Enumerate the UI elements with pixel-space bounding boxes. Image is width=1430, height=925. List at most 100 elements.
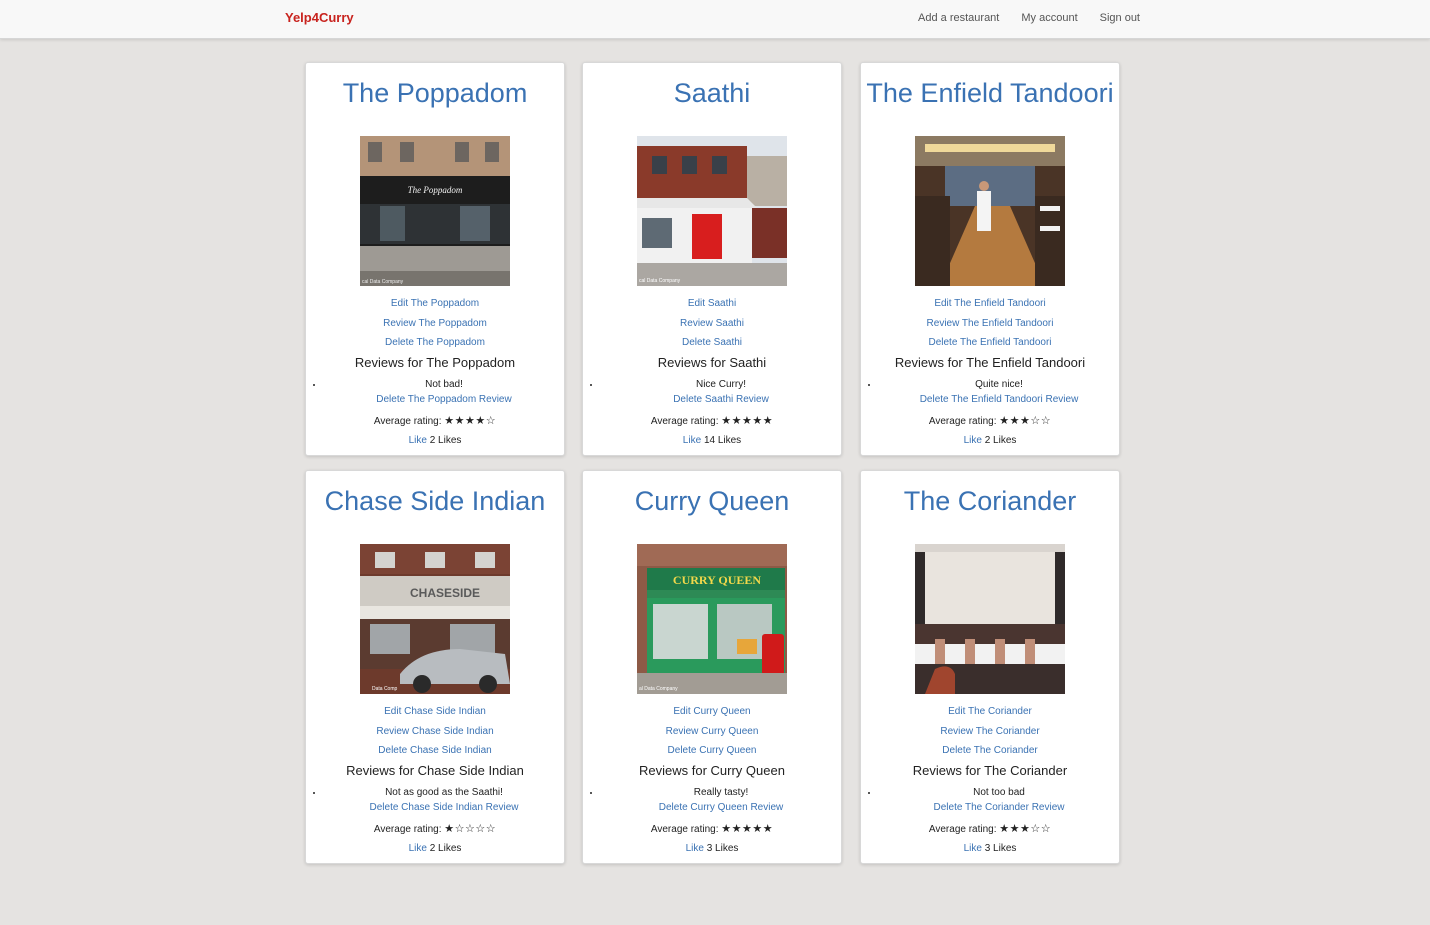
photo-credit: cal Data Company [639,278,681,284]
review-item: Not too bad Delete The Coriander Review [879,785,1119,815]
edit-restaurant-link[interactable]: Edit Curry Queen [583,702,841,722]
average-rating: Average rating: ★★★★★ [583,414,841,427]
average-rating: Average rating: ★★★☆☆ [861,414,1119,427]
review-item: Not bad! Delete The Poppadom Review [324,377,564,407]
delete-review-link[interactable]: Delete The Coriander Review [879,800,1119,815]
brand-logo[interactable]: Yelp4Curry [285,10,354,25]
review-item: Quite nice! Delete The Enfield Tandoori … [879,377,1119,407]
review-list: Not too bad Delete The Coriander Review [861,785,1119,815]
delete-review-link[interactable]: Delete The Enfield Tandoori Review [879,392,1119,407]
review-text: Not as good as the Saathi! [385,786,503,798]
top-navbar: Yelp4Curry Add a restaurant My account S… [0,0,1430,39]
likes-count: 14 Likes [703,434,742,446]
review-restaurant-link[interactable]: Review The Poppadom [306,314,564,334]
restaurant-card: The Coriander Edit The Coriander Review … [860,470,1120,864]
review-text: Really tasty! [693,786,749,798]
delete-restaurant-link[interactable]: Delete The Coriander [861,741,1119,761]
likes-count: 2 Likes [984,434,1017,446]
average-rating-label: Average rating: [928,823,997,835]
like-link[interactable]: Like [683,435,701,446]
delete-restaurant-link[interactable]: Delete Saathi [583,333,841,353]
delete-review-link[interactable]: Delete Curry Queen Review [601,800,841,815]
restaurant-photo [915,544,1065,694]
edit-restaurant-link[interactable]: Edit The Poppadom [306,294,564,314]
restaurant-name: Saathi [673,78,751,108]
like-link[interactable]: Like [964,435,982,446]
review-list: Not bad! Delete The Poppadom Review [306,377,564,407]
likes-count: 2 Likes [429,434,462,446]
review-text: Not bad! [425,378,463,390]
delete-restaurant-link[interactable]: Delete Curry Queen [583,741,841,761]
nav-my-account[interactable]: My account [1021,12,1077,24]
delete-review-link[interactable]: Delete Chase Side Indian Review [324,800,564,815]
restaurant-photo: The Poppadom cal Data Company [360,136,510,286]
restaurant-card: Curry Queen CURRY QUEEN al Data Company … [582,470,842,864]
delete-review-link[interactable]: Delete Saathi Review [601,392,841,407]
review-restaurant-link[interactable]: Review Curry Queen [583,722,841,742]
delete-review-link[interactable]: Delete The Poppadom Review [324,392,564,407]
average-rating: Average rating: ★★★★☆ [306,414,564,427]
review-restaurant-link[interactable]: Review Chase Side Indian [306,722,564,742]
rating-stars: ★☆☆☆☆ [444,822,497,835]
restaurant-name: The Poppadom [342,78,528,108]
likes-row: Like 3 Likes [861,843,1119,854]
delete-restaurant-link[interactable]: Delete The Enfield Tandoori [861,333,1119,353]
rating-stars: ★★★★☆ [444,414,497,427]
restaurant-name: Chase Side Indian [324,486,546,516]
likes-count: 2 Likes [429,842,462,854]
likes-row: Like 2 Likes [306,435,564,446]
photo-sign-text: CURRY QUEEN [673,573,761,587]
average-rating: Average rating: ★★★☆☆ [861,822,1119,835]
rating-stars: ★★★☆☆ [999,822,1052,835]
review-item: Not as good as the Saathi! Delete Chase … [324,785,564,815]
average-rating-label: Average rating: [928,415,997,427]
average-rating-label: Average rating: [373,415,442,427]
review-restaurant-link[interactable]: Review The Enfield Tandoori [861,314,1119,334]
review-item: Nice Curry! Delete Saathi Review [601,377,841,407]
restaurant-grid: The Poppadom The Poppadom cal Data Compa… [305,62,1120,864]
like-link[interactable]: Like [686,843,704,854]
edit-restaurant-link[interactable]: Edit The Coriander [861,702,1119,722]
review-text: Quite nice! [975,378,1023,390]
restaurant-card: Chase Side Indian CHASESIDE Data Comp Ed… [305,470,565,864]
edit-restaurant-link[interactable]: Edit The Enfield Tandoori [861,294,1119,314]
nav-add-restaurant[interactable]: Add a restaurant [918,12,999,24]
average-rating-label: Average rating: [650,415,719,427]
like-link[interactable]: Like [409,843,427,854]
reviews-heading: Reviews for Saathi [657,354,767,370]
edit-restaurant-link[interactable]: Edit Saathi [583,294,841,314]
likes-row: Like 3 Likes [583,843,841,854]
reviews-heading: Reviews for Chase Side Indian [346,762,524,778]
review-restaurant-link[interactable]: Review The Coriander [861,722,1119,742]
review-text: Not too bad [973,786,1025,798]
average-rating-label: Average rating: [650,823,719,835]
average-rating: Average rating: ★★★★★ [583,822,841,835]
restaurant-photo: CHASESIDE Data Comp [360,544,510,694]
reviews-heading: Reviews for Curry Queen [639,762,785,778]
like-link[interactable]: Like [409,435,427,446]
photo-sign-text: CHASESIDE [410,586,480,600]
review-list: Not as good as the Saathi! Delete Chase … [306,785,564,815]
average-rating-label: Average rating: [373,823,442,835]
nav-sign-out[interactable]: Sign out [1100,12,1140,24]
restaurant-photo: CURRY QUEEN al Data Company [637,544,787,694]
restaurant-photo: cal Data Company [637,136,787,286]
photo-credit: cal Data Company [362,279,404,285]
edit-restaurant-link[interactable]: Edit Chase Side Indian [306,702,564,722]
restaurant-name: The Coriander [903,486,1077,516]
review-restaurant-link[interactable]: Review Saathi [583,314,841,334]
likes-row: Like 2 Likes [306,843,564,854]
like-link[interactable]: Like [964,843,982,854]
average-rating: Average rating: ★☆☆☆☆ [306,822,564,835]
rating-stars: ★★★☆☆ [999,414,1052,427]
restaurant-name: The Enfield Tandoori [866,78,1114,108]
likes-count: 3 Likes [706,842,739,854]
delete-restaurant-link[interactable]: Delete The Poppadom [306,333,564,353]
restaurant-card: The Enfield Tandoori Edit The Enfield Ta… [860,62,1120,456]
likes-count: 3 Likes [984,842,1017,854]
review-list: Really tasty! Delete Curry Queen Review [583,785,841,815]
photo-sign-text: The Poppadom [408,185,463,195]
nav-links: Add a restaurant My account Sign out [918,12,1140,24]
delete-restaurant-link[interactable]: Delete Chase Side Indian [306,741,564,761]
photo-credit: Data Comp [372,686,398,692]
